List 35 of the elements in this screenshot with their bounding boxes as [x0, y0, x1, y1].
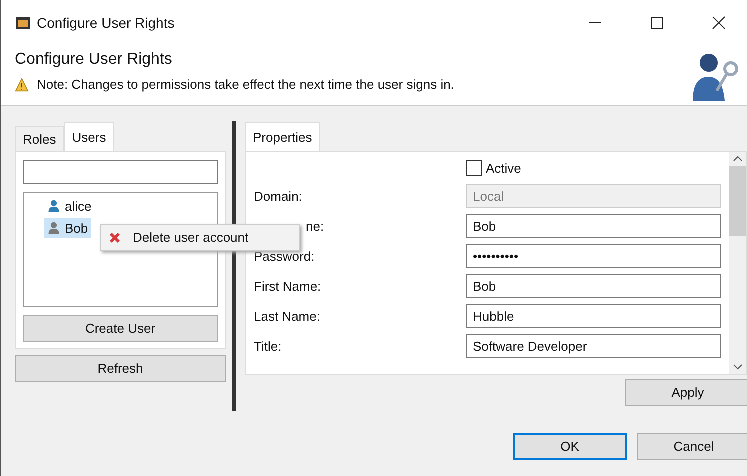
maximize-icon: [649, 14, 665, 30]
dialog-heading: Configure User Rights: [15, 51, 174, 69]
dialog-button[interactable]: OK: [513, 433, 627, 460]
note-text: Note: Changes to permissions take effect the next time the user signs in.: [37, 77, 454, 92]
delete-menu-item[interactable]: Delete user account: [133, 230, 249, 245]
text-field[interactable]: Bob: [466, 274, 721, 298]
close-icon: [711, 14, 727, 30]
active-label: Active: [486, 160, 522, 176]
field-label: ne:: [305, 218, 326, 236]
panel-tab[interactable]: Users: [64, 122, 114, 151]
text-field[interactable]: Bob: [466, 214, 721, 238]
scrollbar[interactable]: [729, 152, 746, 374]
active-checkbox[interactable]: [466, 160, 482, 176]
text-field[interactable]: Software Developer: [466, 334, 721, 358]
dialog-button[interactable]: Cancel: [637, 433, 747, 460]
field-label: Title:: [254, 338, 283, 356]
refresh-button[interactable]: Refresh: [15, 355, 226, 382]
field-label: First Name:: [254, 278, 322, 296]
text-field[interactable]: ••••••••••: [466, 244, 721, 268]
apply-button[interactable]: Apply: [625, 379, 747, 406]
warning-icon: [15, 78, 29, 92]
app-icon: [15, 14, 31, 30]
user-item[interactable]: Bob: [44, 218, 92, 238]
create-user-button[interactable]: Create User: [23, 315, 218, 342]
delete-icon: [109, 232, 121, 244]
field-label: Password:: [254, 248, 316, 266]
field-label: Domain:: [254, 188, 304, 206]
field-label: Last Name:: [254, 308, 322, 326]
user-item[interactable]: alice: [44, 196, 95, 216]
panel-tab[interactable]: Roles: [15, 126, 64, 151]
panel-tab[interactable]: Properties: [245, 122, 320, 151]
filter-field[interactable]: [23, 160, 218, 184]
minimize-icon: [589, 22, 601, 24]
window-title: Configure User Rights: [37, 14, 176, 30]
text-field[interactable]: Hubble: [466, 304, 721, 328]
